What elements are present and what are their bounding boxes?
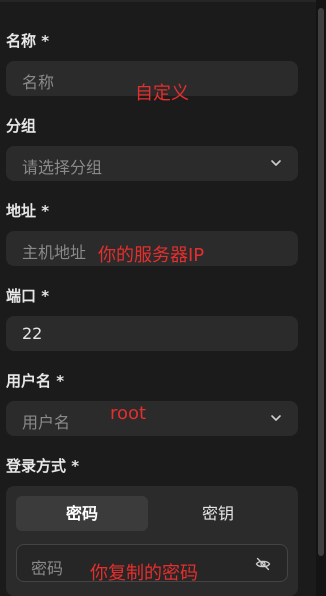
scrollbar-thumb[interactable]	[318, 8, 324, 556]
tab-password[interactable]: 密码	[16, 496, 148, 531]
name-annotation: 自定义	[135, 83, 189, 104]
name-label: 名称 *	[6, 32, 50, 50]
password-placeholder: 密码	[31, 559, 64, 578]
group-placeholder: 请选择分组	[22, 158, 103, 177]
chevron-down-icon	[271, 160, 281, 166]
eye-off-icon[interactable]	[255, 556, 271, 572]
username-label: 用户名 *	[6, 372, 65, 390]
port-label: 端口 *	[6, 287, 50, 305]
group-label: 分组	[6, 117, 37, 135]
address-placeholder: 主机地址	[22, 243, 87, 262]
port-value: 22	[22, 324, 43, 343]
username-select[interactable]: 用户名	[6, 401, 298, 436]
scrollbar[interactable]	[316, 0, 326, 596]
login-method-label: 登录方式 *	[6, 457, 80, 475]
top-divider	[0, 0, 316, 2]
username-placeholder: 用户名	[22, 413, 71, 432]
chevron-down-icon	[271, 415, 281, 421]
address-label: 地址 *	[6, 202, 50, 220]
tab-key[interactable]: 密钥	[152, 496, 284, 531]
name-placeholder: 名称	[22, 73, 55, 92]
port-input[interactable]: 22	[6, 316, 298, 351]
address-annotation: 你的服务器IP	[98, 245, 205, 266]
group-select[interactable]: 请选择分组	[6, 146, 298, 181]
password-annotation: 你复制的密码	[90, 563, 198, 584]
username-annotation: root	[110, 403, 147, 424]
